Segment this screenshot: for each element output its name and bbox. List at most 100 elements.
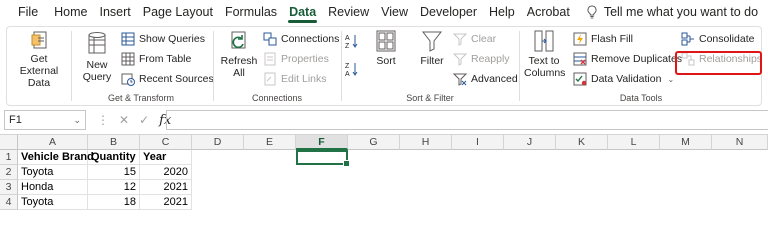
text-to-columns-button[interactable]: Text to Columns [523, 29, 565, 79]
new-query-icon [88, 32, 106, 54]
menu-help[interactable]: Help [483, 0, 521, 24]
column-header-l[interactable]: L [608, 135, 660, 150]
sort-icon [376, 30, 396, 52]
svg-text:Z: Z [345, 63, 350, 70]
remove-duplicates-icon [573, 52, 587, 66]
menu-acrobat[interactable]: Acrobat [521, 0, 576, 24]
menu-file[interactable]: File [12, 0, 44, 24]
refresh-icon [231, 31, 246, 49]
menu-review[interactable]: Review [322, 0, 375, 24]
cell-b4[interactable]: 18 [88, 195, 140, 210]
flash-fill-icon [573, 32, 587, 46]
chevron-down-icon: ⌄ [667, 74, 675, 84]
enter-icon[interactable]: ✓ [139, 113, 149, 127]
text-to-columns-icon [534, 30, 554, 52]
active-cell-f1[interactable] [296, 150, 350, 167]
formula-controls: ⋮ ✕ ✓ fx [92, 110, 176, 130]
group-label-connections: Connections [251, 93, 303, 103]
menu-formulas[interactable]: Formulas [219, 0, 283, 24]
ribbon-separator [71, 31, 72, 101]
remove-duplicates-button[interactable]: Remove Duplicates [573, 51, 682, 67]
from-table-button[interactable]: From Table [121, 51, 191, 67]
sort-descending-button[interactable]: ZA [345, 61, 363, 77]
properties-button[interactable]: Properties [263, 51, 329, 67]
column-header-f[interactable]: F [296, 135, 348, 150]
clear-filter-button[interactable]: Clear [453, 31, 496, 47]
cell-a4[interactable]: Toyota [18, 195, 88, 210]
menu-insert[interactable]: Insert [94, 0, 137, 24]
row-header-4[interactable]: 4 [0, 195, 18, 210]
flash-fill-button[interactable]: Flash Fill [573, 31, 633, 47]
menu-data[interactable]: Data [283, 0, 322, 24]
name-box[interactable]: F1 ⌄ [4, 110, 86, 130]
get-external-data-button[interactable]: Get External Data [11, 29, 67, 89]
cell-c4[interactable]: 2021 [140, 195, 192, 210]
column-header-d[interactable]: D [192, 135, 244, 150]
cell-a2[interactable]: Toyota [18, 165, 88, 180]
sort-descending-icon: ZA [345, 63, 358, 77]
column-header-j[interactable]: J [504, 135, 556, 150]
tell-me-box[interactable]: Tell me what you want to do [586, 5, 758, 19]
cancel-icon[interactable]: ✕ [119, 113, 129, 127]
cell-c3[interactable]: 2021 [140, 180, 192, 195]
menu-page-layout[interactable]: Page Layout [137, 0, 219, 24]
refresh-all-button[interactable]: Refresh All [219, 29, 259, 79]
edit-links-button[interactable]: Edit Links [263, 71, 327, 87]
sort-ascending-button[interactable]: AZ [345, 33, 363, 49]
column-header-a[interactable]: A [18, 135, 88, 150]
column-header-g[interactable]: G [348, 135, 400, 150]
row-header-1[interactable]: 1 [0, 150, 18, 165]
reapply-icon [453, 53, 467, 66]
connections-button[interactable]: Connections [263, 31, 339, 47]
advanced-filter-button[interactable]: Advanced [453, 71, 518, 87]
cell-b3[interactable]: 12 [88, 180, 140, 195]
row-header-2[interactable]: 2 [0, 165, 18, 180]
sort-ascending-icon: AZ [345, 35, 358, 49]
group-sort-filter: AZ ZA Sort Filter Clear Reapply Advanced… [343, 27, 518, 105]
column-header-b[interactable]: B [88, 135, 140, 150]
menu-developer[interactable]: Developer [414, 0, 483, 24]
group-label-data-tools: Data Tools [619, 93, 663, 103]
advanced-filter-icon [453, 73, 467, 86]
column-header-k[interactable]: K [556, 135, 608, 150]
cell-c2[interactable]: 2020 [140, 165, 192, 180]
sort-button[interactable]: Sort [367, 29, 405, 67]
column-header-m[interactable]: M [660, 135, 712, 150]
tell-me-text: Tell me what you want to do [603, 5, 759, 19]
table-grid-icon [121, 52, 135, 66]
cell-a1[interactable]: Vehicle Brand [18, 150, 94, 165]
new-query-button[interactable]: New Query [75, 31, 119, 83]
recent-sources-button[interactable]: Recent Sources [121, 71, 214, 87]
group-connections: Refresh All Connections Properties Edit … [215, 27, 339, 105]
worksheet-grid: A B C D E F G H I J K L M N 1 2 3 4 Vehi… [0, 134, 768, 210]
reapply-button[interactable]: Reapply [453, 51, 510, 67]
cell-a3[interactable]: Honda [18, 180, 88, 195]
menu-view[interactable]: View [375, 0, 414, 24]
group-get-transform: Get External Data New Query Show Queries… [7, 27, 214, 105]
chevron-down-icon: ⌄ [73, 115, 81, 125]
consolidate-button[interactable]: Consolidate [681, 31, 754, 47]
clear-filter-icon [453, 33, 467, 46]
cell-c1[interactable]: Year [140, 150, 192, 165]
formula-input[interactable] [166, 110, 768, 130]
cell-b2[interactable]: 15 [88, 165, 140, 180]
show-queries-button[interactable]: Show Queries [121, 31, 205, 47]
row-header-3[interactable]: 3 [0, 180, 18, 195]
recent-sources-icon [121, 73, 135, 86]
column-header-i[interactable]: I [452, 135, 504, 150]
formula-bar: F1 ⌄ ⋮ ✕ ✓ fx [0, 110, 768, 132]
table-icon [121, 32, 135, 46]
filter-button[interactable]: Filter [415, 29, 449, 67]
column-header-e[interactable]: E [244, 135, 296, 150]
data-validation-button[interactable]: Data Validation ⌄ [573, 71, 674, 87]
column-header-h[interactable]: H [400, 135, 452, 150]
svg-text:A: A [345, 71, 350, 77]
column-header-c[interactable]: C [140, 135, 192, 150]
properties-icon [264, 52, 276, 66]
cell-b1[interactable]: Quantity [88, 150, 140, 165]
svg-text:A: A [345, 35, 350, 42]
more-icon: ⋮ [97, 113, 109, 127]
menu-home[interactable]: Home [48, 0, 93, 24]
select-all-corner[interactable] [0, 135, 18, 150]
column-header-n[interactable]: N [712, 135, 768, 150]
